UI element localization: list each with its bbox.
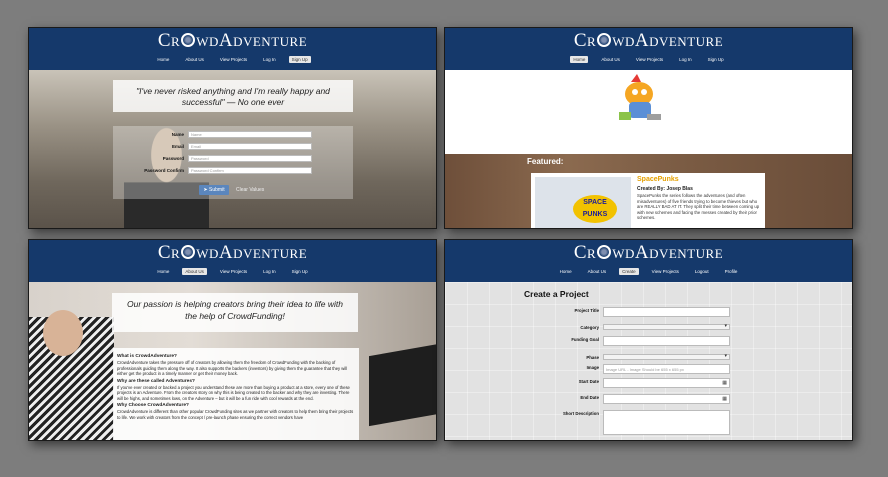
password-confirm-input[interactable]: Password Confirm bbox=[188, 167, 312, 174]
project-title[interactable]: SpacePunks bbox=[637, 176, 679, 183]
site-header: Cr wdAdventure Home About Us View Project… bbox=[29, 28, 436, 70]
email-label: Email bbox=[171, 144, 184, 149]
site-header: Cr wdAdventure Home About Us View Project… bbox=[445, 28, 852, 70]
main-nav: Home About Us Create View Projects Logou… bbox=[445, 268, 852, 275]
featured-label: Featured: bbox=[527, 157, 564, 166]
about-person-face bbox=[43, 310, 83, 356]
start-date-label: Start Date bbox=[578, 379, 599, 384]
site-logo[interactable]: Cr wdAdventure bbox=[445, 242, 852, 264]
featured-project-card[interactable]: SPACE PUNKS SpacePunks Created By: Josep… bbox=[531, 173, 765, 228]
password-confirm-label: Password Confirm bbox=[144, 168, 184, 173]
end-date-row: End Date ▦ bbox=[545, 394, 730, 404]
nav-about-us[interactable]: About Us bbox=[585, 268, 610, 275]
main-nav: Home About Us View Projects Log In Sign … bbox=[29, 56, 436, 63]
site-logo[interactable]: Cr wdAdventure bbox=[445, 30, 852, 52]
email-row: Email Email bbox=[113, 143, 312, 150]
globe-icon bbox=[181, 245, 196, 259]
nav-log-in[interactable]: Log In bbox=[260, 56, 279, 63]
short-description-row: Short Description bbox=[545, 410, 730, 435]
nav-sign-up[interactable]: Sign Up bbox=[288, 56, 311, 63]
nav-about-us[interactable]: About Us bbox=[182, 56, 207, 63]
globe-icon bbox=[597, 33, 612, 47]
password-confirm-row: Password Confirm Password Confirm bbox=[113, 167, 312, 174]
site-logo[interactable]: Cr wdAdventure bbox=[29, 242, 436, 264]
calendar-icon[interactable]: ▦ bbox=[722, 396, 727, 402]
start-date-input[interactable]: ▦ bbox=[603, 378, 730, 388]
nav-home[interactable]: Home bbox=[557, 268, 575, 275]
image-label: Image bbox=[586, 365, 599, 370]
project-title-row: Project Title bbox=[545, 307, 730, 317]
main-nav: Home About Us View Projects Log In Sign … bbox=[29, 268, 436, 275]
screenshot-create-project: Cr wdAdventure Home About Us Create View … bbox=[444, 239, 853, 441]
main-nav: Home About Us View Projects Log In Sign … bbox=[445, 56, 852, 63]
start-date-row: Start Date ▦ bbox=[545, 378, 730, 388]
about-paragraph: CrowdAdventure takes the pressure off of… bbox=[117, 360, 348, 377]
category-select[interactable] bbox=[603, 323, 730, 330]
nav-home[interactable]: Home bbox=[154, 56, 172, 63]
password-input[interactable]: Password bbox=[188, 155, 312, 162]
category-label: Category bbox=[580, 325, 599, 330]
laptop-image bbox=[369, 343, 436, 427]
project-image[interactable]: SPACE PUNKS bbox=[535, 177, 631, 228]
name-input[interactable]: Name bbox=[188, 131, 312, 138]
mascot-illustration bbox=[619, 74, 661, 120]
nav-log-in[interactable]: Log In bbox=[676, 56, 695, 63]
screenshot-featured: Cr wdAdventure Home About Us View Project… bbox=[444, 27, 853, 229]
nav-home[interactable]: Home bbox=[154, 268, 172, 275]
nav-about-us[interactable]: About Us bbox=[598, 56, 623, 63]
funding-goal-label: Funding Goal bbox=[571, 337, 599, 342]
nav-view-projects[interactable]: View Projects bbox=[649, 268, 682, 275]
category-row: Category bbox=[545, 323, 730, 330]
short-description-label: Short Description bbox=[562, 411, 599, 416]
name-label: Name bbox=[171, 132, 184, 137]
nav-view-projects[interactable]: View Projects bbox=[217, 56, 250, 63]
about-paragraph: If you've ever created or backed a proje… bbox=[117, 384, 350, 401]
clear-values-button[interactable]: Clear Values bbox=[236, 185, 264, 195]
calendar-icon[interactable]: ▦ bbox=[722, 380, 727, 386]
nav-create[interactable]: Create bbox=[619, 268, 639, 275]
nav-about-us[interactable]: About Us bbox=[182, 268, 207, 275]
phase-label: Phase bbox=[586, 355, 599, 360]
end-date-label: End Date bbox=[580, 395, 599, 400]
globe-icon bbox=[597, 245, 612, 259]
globe-icon bbox=[181, 33, 196, 47]
funding-goal-input[interactable] bbox=[603, 336, 730, 346]
nav-profile[interactable]: Profile bbox=[722, 268, 741, 275]
image-row: Image Image URL - Image Should be 655 x … bbox=[545, 364, 730, 374]
nav-log-in[interactable]: Log In bbox=[260, 268, 279, 275]
image-url-input[interactable]: Image URL - Image Should be 655 x 655 px bbox=[603, 364, 730, 374]
about-content: What is CrowdAdventure? CrowdAdventure t… bbox=[113, 348, 359, 440]
nav-home[interactable]: Home bbox=[570, 56, 589, 63]
screenshot-about-us: Cr wdAdventure Home About Us View Project… bbox=[28, 239, 437, 441]
site-header: Cr wdAdventure Home About Us View Project… bbox=[29, 240, 436, 282]
project-title-label: Project Title bbox=[574, 308, 599, 313]
name-row: Name Name bbox=[113, 131, 312, 138]
project-description: SpacePunks the series follows the advent… bbox=[637, 193, 760, 221]
email-input[interactable]: Email bbox=[188, 143, 312, 150]
short-description-textarea[interactable] bbox=[603, 410, 730, 435]
about-quote: Our passion is helping creators bring th… bbox=[112, 293, 358, 332]
page-title: Create a Project bbox=[524, 289, 589, 299]
nav-view-projects[interactable]: View Projects bbox=[633, 56, 666, 63]
site-header: Cr wdAdventure Home About Us Create View … bbox=[445, 240, 852, 282]
space-punks-logo: SPACE PUNKS bbox=[573, 195, 617, 223]
project-author: Created By: Josep Blas bbox=[637, 186, 693, 192]
password-label: Password bbox=[162, 156, 184, 161]
project-title-input[interactable] bbox=[603, 307, 730, 317]
nav-sign-up[interactable]: Sign Up bbox=[705, 56, 727, 63]
nav-view-projects[interactable]: View Projects bbox=[217, 268, 250, 275]
nav-sign-up[interactable]: Sign Up bbox=[289, 268, 311, 275]
screenshot-home-signup: Cr wdAdventure Home About Us View Project… bbox=[28, 27, 437, 229]
password-row: Password Password bbox=[113, 155, 312, 162]
site-logo[interactable]: Cr wdAdventure bbox=[29, 30, 436, 52]
about-paragraph: CrowdAdventure is different than other p… bbox=[117, 409, 354, 420]
phase-row: Phase bbox=[545, 353, 730, 360]
submit-button[interactable]: ➤ Submit bbox=[199, 185, 229, 195]
nav-logout[interactable]: Logout bbox=[692, 268, 712, 275]
phase-select[interactable] bbox=[603, 353, 730, 360]
hero-quote: "I've never risked anything and I'm real… bbox=[113, 80, 353, 112]
funding-goal-row: Funding Goal bbox=[545, 336, 730, 346]
end-date-input[interactable]: ▦ bbox=[603, 394, 730, 404]
